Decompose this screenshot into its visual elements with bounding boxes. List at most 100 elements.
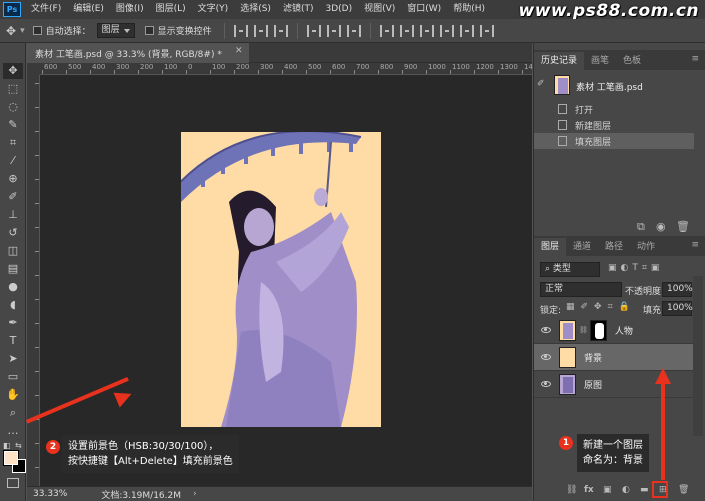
menu-filter[interactable]: 滤镜(T) [277,0,320,19]
add-mask-icon[interactable]: ▣ [603,485,612,495]
opacity-field[interactable]: 100% [662,282,693,297]
layer-row-selected[interactable]: 背景 [534,344,694,371]
panel-menu-icon[interactable]: ≡ [691,54,700,64]
layer-filter-dropdown[interactable]: ⌕ 类型 [540,262,600,277]
layer-name[interactable]: 人物 [615,324,633,337]
distribute-vcenter-icon[interactable] [399,24,414,37]
new-group-icon[interactable]: ▬ [640,485,649,495]
tab-paths[interactable]: 路径 [598,238,630,256]
fx-icon[interactable]: fx [584,485,594,495]
quick-select-tool-icon[interactable]: ✎ [3,117,23,133]
tab-channels[interactable]: 通道 [566,238,598,256]
brush-tool-icon[interactable]: ✐ [3,189,23,205]
distribute-right-icon[interactable] [479,24,494,37]
menu-window[interactable]: 窗口(W) [401,0,447,19]
eye-icon[interactable] [541,381,551,387]
delete-layer-icon[interactable]: 🗑 [678,485,689,495]
horizontal-ruler[interactable]: 600 500 400 300 200 100 0 100 200 300 400 500 600 700… [40,63,532,75]
layer-row[interactable]: ⛓ 人物 [534,317,694,344]
clone-stamp-tool-icon[interactable]: ⊥ [3,207,23,223]
status-expand-icon[interactable]: › [187,489,203,499]
more-tools-icon[interactable]: … [3,423,23,439]
menu-image[interactable]: 图像(I) [110,0,150,19]
layer-name[interactable]: 原图 [584,378,602,391]
history-item-selected[interactable]: 填充图层 [534,133,694,149]
layer-mask-thumbnail[interactable] [589,319,607,341]
align-hcenter-icon[interactable] [326,24,341,37]
distribute-left-icon[interactable] [439,24,454,37]
move-tool-icon[interactable]: ✥ [3,63,23,79]
history-item[interactable]: 打开 [534,101,694,117]
history-brush-tool-icon[interactable]: ↺ [3,225,23,241]
snapshot-name[interactable]: 素材 工笔画.psd [576,80,643,93]
crop-tool-icon[interactable]: ⌗ [3,135,23,151]
shape-tool-icon[interactable]: ▭ [3,369,23,385]
distribute-top-icon[interactable] [379,24,394,37]
layer-name[interactable]: 背景 [584,351,602,364]
align-vcenter-icon[interactable] [253,24,268,37]
gradient-tool-icon[interactable]: ▤ [3,261,23,277]
align-left-icon[interactable] [306,24,321,37]
eyedropper-tool-icon[interactable]: ⁄ [3,153,23,169]
vertical-ruler[interactable] [27,75,40,486]
align-right-icon[interactable] [346,24,361,37]
link-icon[interactable]: ⛓ [579,326,588,334]
zoom-tool-icon[interactable]: ⌕ [3,405,23,421]
snapshot-thumbnail[interactable] [554,75,570,95]
tab-brushes[interactable]: 画笔 [584,52,616,70]
show-transform-checkbox[interactable] [144,26,154,35]
fill-field[interactable]: 100% [662,301,693,316]
new-document-from-state-icon[interactable]: ⧉ [637,220,645,234]
healing-tool-icon[interactable]: ⊕ [3,171,23,187]
history-brush-source-icon[interactable]: ✐ [537,79,545,89]
path-select-tool-icon[interactable]: ➤ [3,351,23,367]
zoom-level[interactable]: 33.33% [27,489,73,499]
link-layers-icon[interactable]: ⛓ [566,485,577,495]
close-tab-icon[interactable]: ✕ [235,46,243,56]
tool-preset-dropdown-icon[interactable]: ▾ [20,26,25,36]
auto-select-checkbox[interactable] [32,26,42,35]
lasso-tool-icon[interactable]: ◌ [3,99,23,115]
menu-view[interactable]: 视图(V) [358,0,401,19]
quick-mask-icon[interactable] [7,478,19,488]
menu-help[interactable]: 帮助(H) [447,0,491,19]
dodge-tool-icon[interactable]: ◖ [3,297,23,313]
document-size[interactable]: 文档:3.19M/16.2M [95,488,187,501]
menu-type[interactable]: 文字(Y) [192,0,235,19]
delete-state-icon[interactable]: 🗑 [676,220,690,233]
distribute-hcenter-icon[interactable] [459,24,474,37]
menu-select[interactable]: 选择(S) [234,0,277,19]
layers-scrollbar[interactable] [693,276,703,436]
panel-menu-icon[interactable]: ≡ [691,240,700,250]
menu-file[interactable]: 文件(F) [25,0,67,19]
document-canvas[interactable] [181,132,381,427]
menu-edit[interactable]: 编辑(E) [67,0,110,19]
document-tab-title[interactable]: 素材 工笔画.psd @ 33.3% (背景, RGB/8#) * [35,47,222,60]
foreground-color-swatch-front[interactable] [4,451,18,465]
auto-select-dropdown[interactable]: 图层 [96,23,135,38]
history-item[interactable]: 新建图层 [534,117,694,133]
move-tool-icon[interactable]: ✥ [6,24,16,38]
distribute-bottom-icon[interactable] [419,24,434,37]
align-top-icon[interactable] [233,24,248,37]
eraser-tool-icon[interactable]: ◫ [3,243,23,259]
swap-colors-icon[interactable]: ⇆ [15,441,22,450]
eye-icon[interactable] [541,354,551,360]
menu-3d[interactable]: 3D(D) [319,0,358,19]
blur-tool-icon[interactable]: ● [3,279,23,295]
tab-swatches[interactable]: 色板 [616,52,648,70]
blend-mode-dropdown[interactable]: 正常 [540,282,622,297]
new-snapshot-icon[interactable]: ◉ [656,220,666,233]
default-colors-icon[interactable]: ◧ [3,441,11,450]
layer-filter-icons[interactable]: ▣◐T⌗▣ [608,263,663,273]
menu-layer[interactable]: 图层(L) [150,0,192,19]
align-bottom-icon[interactable] [273,24,288,37]
tab-layers[interactable]: 图层 [534,238,567,256]
marquee-tool-icon[interactable]: ⬚ [3,81,23,97]
tab-history[interactable]: 历史记录 [534,52,585,70]
tab-actions[interactable]: 动作 [630,238,662,256]
type-tool-icon[interactable]: T [3,333,23,349]
hand-tool-icon[interactable]: ✋ [3,387,23,403]
eye-icon[interactable] [541,327,551,333]
adjustment-layer-icon[interactable]: ◐ [622,485,630,495]
